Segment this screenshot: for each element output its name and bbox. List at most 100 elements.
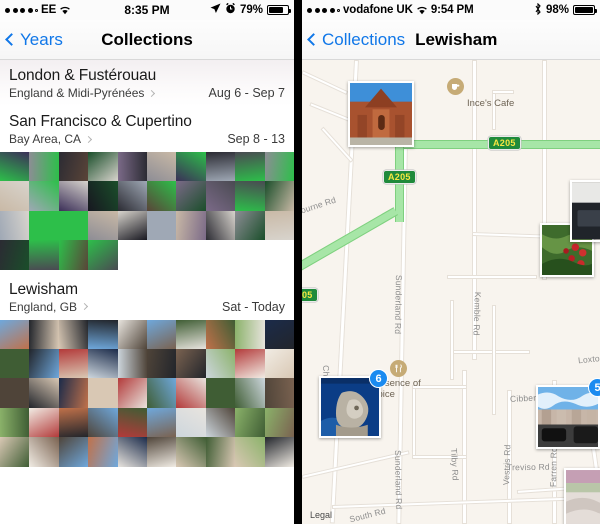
photo-thumbnail[interactable] [264, 348, 294, 379]
photo-thumbnail[interactable] [146, 348, 177, 379]
photo-thumbnail[interactable] [176, 378, 206, 408]
chevron-right-icon[interactable] [85, 135, 93, 143]
photo-thumbnail[interactable] [235, 378, 265, 408]
photo-thumbnail[interactable] [235, 319, 265, 349]
photo-pin-street[interactable]: 5 [536, 378, 600, 449]
photo-thumbnail[interactable] [205, 407, 236, 438]
photo-mosaic-lewisham[interactable] [0, 319, 294, 467]
photo-thumbnail[interactable] [58, 181, 89, 211]
photo-thumbnail[interactable] [264, 437, 294, 467]
photo-pin-dark[interactable] [570, 180, 600, 242]
photo-thumbnail[interactable] [117, 319, 147, 349]
photo-thumbnail[interactable] [29, 348, 59, 379]
photo-thumbnail[interactable] [88, 437, 118, 467]
photo-thumbnail[interactable] [117, 152, 147, 182]
photo-thumbnail[interactable] [0, 437, 30, 467]
photo-thumbnail[interactable] [58, 437, 89, 467]
photo-thumbnail[interactable] [117, 210, 147, 241]
photo-thumbnail[interactable] [0, 407, 30, 438]
photo-thumbnail[interactable] [235, 407, 265, 438]
photo-thumbnail[interactable] [88, 319, 118, 349]
photo-thumbnail[interactable] [205, 319, 236, 349]
map-legal-link[interactable]: Legal [310, 510, 332, 520]
photo-thumbnail[interactable] [205, 378, 236, 408]
photo-thumbnail[interactable] [117, 181, 147, 211]
photo-thumbnail[interactable] [29, 319, 59, 349]
collection-header-sanfrancisco[interactable]: San Francisco & Cupertino Bay Area, CA S… [0, 106, 294, 152]
poi-inces-cafe[interactable]: Ince's Cafe [447, 78, 514, 109]
chevron-right-icon[interactable] [81, 303, 89, 311]
photo-thumbnail[interactable] [264, 210, 294, 241]
photo-pin-pink[interactable] [564, 468, 600, 524]
photo-thumbnail[interactable] [176, 348, 206, 379]
photo-thumbnail[interactable] [0, 181, 30, 211]
photo-thumbnail[interactable] [146, 152, 177, 182]
photo-thumbnail[interactable] [264, 152, 294, 182]
photo-thumbnail[interactable] [88, 407, 118, 438]
photo-thumbnail[interactable] [88, 181, 118, 211]
photo-thumbnail[interactable] [205, 181, 236, 211]
photo-pin-church[interactable] [348, 81, 414, 147]
photo-thumbnail[interactable] [29, 152, 59, 182]
photo-thumbnail[interactable] [264, 407, 294, 438]
photo-thumbnail[interactable] [58, 378, 89, 408]
photo-thumbnail[interactable] [146, 437, 177, 467]
photo-pin-lion-statue[interactable]: 6 [319, 369, 388, 438]
photo-thumbnail[interactable] [0, 152, 30, 182]
photo-thumbnail[interactable] [176, 181, 206, 211]
photo-map[interactable]: A205 A205 05 ourne Rd Sunderland Rd Kemb… [302, 60, 600, 524]
photo-thumbnail[interactable] [0, 378, 30, 408]
photo-thumbnail[interactable] [0, 319, 30, 349]
photo-thumbnail[interactable] [29, 181, 59, 211]
photo-mosaic-sanfrancisco[interactable] [0, 152, 294, 270]
photo-thumbnail[interactable] [88, 240, 118, 270]
back-to-years-button[interactable]: Years [5, 30, 63, 50]
photo-thumbnail[interactable] [264, 378, 294, 408]
photo-thumbnail[interactable] [235, 210, 265, 241]
photo-thumbnail[interactable] [264, 181, 294, 211]
collection-header-london[interactable]: London & Fustérouau England & Midi-Pyrén… [0, 60, 294, 106]
photo-thumbnail[interactable] [117, 378, 147, 408]
photo-thumbnail[interactable] [29, 210, 59, 241]
photo-thumbnail[interactable] [205, 437, 236, 467]
photo-thumbnail[interactable] [146, 319, 177, 349]
photo-thumbnail[interactable] [88, 210, 118, 241]
photo-thumbnail[interactable] [58, 240, 89, 270]
collection-header-lewisham[interactable]: Lewisham England, GB Sat - Today [0, 269, 294, 320]
photo-thumbnail[interactable] [88, 378, 118, 408]
photo-thumbnail[interactable] [205, 348, 236, 379]
chevron-right-icon[interactable] [148, 89, 156, 97]
photo-thumbnail[interactable] [146, 210, 177, 241]
back-to-collections-button[interactable]: Collections [307, 30, 405, 50]
photo-thumbnail[interactable] [205, 152, 236, 182]
photo-thumbnail[interactable] [0, 348, 30, 379]
photo-thumbnail[interactable] [176, 437, 206, 467]
photo-thumbnail[interactable] [146, 378, 177, 408]
photo-thumbnail[interactable] [88, 348, 118, 379]
photo-thumbnail[interactable] [146, 181, 177, 211]
photo-thumbnail[interactable] [58, 210, 89, 241]
photo-thumbnail[interactable] [117, 407, 147, 438]
photo-thumbnail[interactable] [58, 319, 89, 349]
photo-thumbnail[interactable] [58, 407, 89, 438]
photo-thumbnail[interactable] [235, 181, 265, 211]
photo-thumbnail[interactable] [58, 348, 89, 379]
photo-thumbnail[interactable] [29, 240, 59, 270]
photo-thumbnail[interactable] [0, 210, 30, 241]
photo-thumbnail[interactable] [146, 407, 177, 438]
photo-thumbnail[interactable] [88, 152, 118, 182]
photo-thumbnail[interactable] [205, 210, 236, 241]
photo-thumbnail[interactable] [235, 152, 265, 182]
photo-thumbnail[interactable] [176, 210, 206, 241]
photo-thumbnail[interactable] [235, 348, 265, 379]
photo-thumbnail[interactable] [0, 240, 30, 270]
photo-thumbnail[interactable] [264, 319, 294, 349]
photo-thumbnail[interactable] [29, 407, 59, 438]
photo-thumbnail[interactable] [117, 437, 147, 467]
photo-thumbnail[interactable] [176, 407, 206, 438]
photo-thumbnail[interactable] [117, 348, 147, 379]
photo-thumbnail[interactable] [235, 437, 265, 467]
photo-thumbnail[interactable] [176, 152, 206, 182]
photo-thumbnail[interactable] [29, 437, 59, 467]
photo-thumbnail[interactable] [176, 319, 206, 349]
